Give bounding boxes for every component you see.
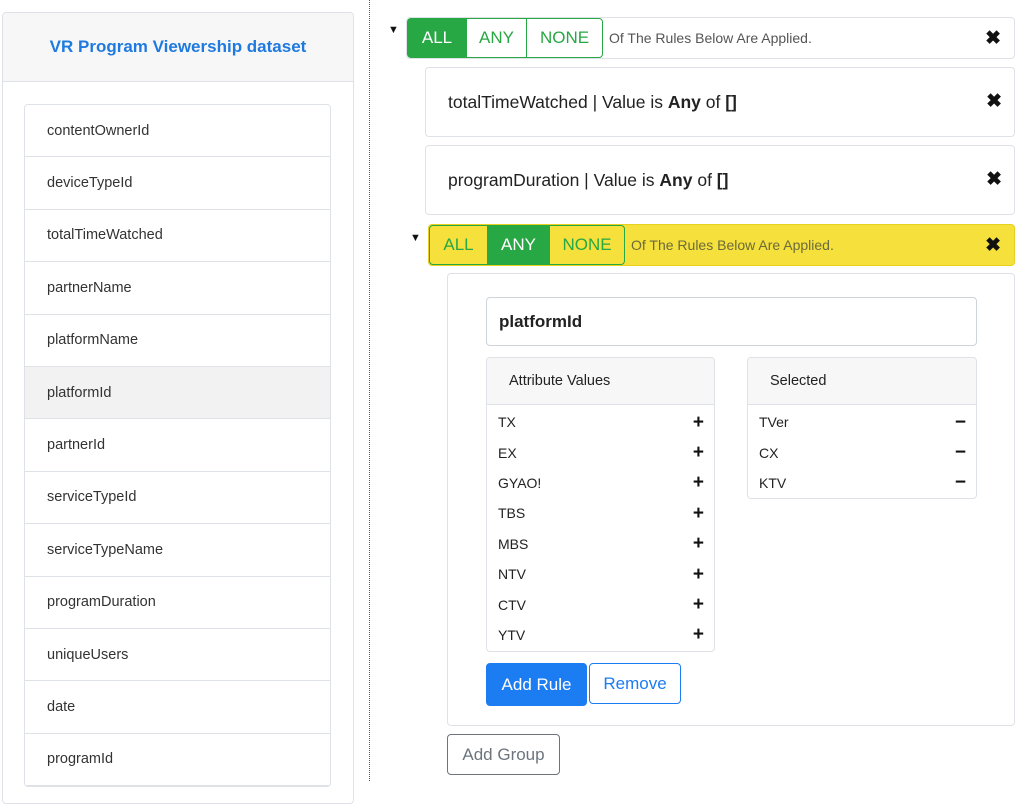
field-item[interactable]: date [25,681,330,734]
collapse-caret-icon[interactable]: ▼ [388,24,399,36]
remove-value-icon[interactable]: − [955,443,966,462]
attribute-input[interactable]: platformId [486,297,977,346]
rule-of: of [692,169,717,190]
attribute-value-row: EX + [487,437,714,467]
rule-text: programDuration | Value is Any of [] [448,170,1014,191]
attribute-value-row: TBS + [487,498,714,528]
field-item[interactable]: uniqueUsers [25,628,330,682]
selected-values-list: Selected TVer − CX − KTV − [747,357,977,499]
attribute-value-label: EX [498,444,517,461]
attribute-value-label: CTV [498,596,526,613]
attribute-value-label: TBS [498,505,526,522]
attribute-value-label: NTV [498,566,526,583]
sub-group-close-icon[interactable]: ✖ [985,234,1001,257]
add-value-icon[interactable]: + [693,443,704,462]
attribute-value-row: YTV + [487,620,714,650]
attribute-value-label: GYAO! [498,474,542,491]
root-all-button[interactable]: ALL [407,18,467,58]
field-list: contentOwnerId deviceTypeId totalTimeWatch… [24,104,331,788]
add-value-icon[interactable]: + [693,565,704,584]
selected-value-label: KTV [759,474,787,491]
sub-all-button[interactable]: ALL [429,225,488,265]
rule-card: totalTimeWatched | Value is Any of [] ✖ [425,67,1015,137]
field-item[interactable]: serviceTypeId [25,471,330,525]
selected-value-row: CX − [748,437,976,467]
rule-of: of [700,91,726,112]
attribute-value-label: YTV [498,626,526,643]
add-value-icon[interactable]: + [693,534,704,553]
panel-divider [369,0,370,781]
sub-group-bar: ALL ANY NONE Of The Rules Below Are Appl… [428,224,1015,266]
sub-group-description: Of The Rules Below Are Applied. [631,237,834,253]
selected-value-label: CX [759,444,779,461]
rule-separator: | Value is [579,169,660,190]
attribute-value-row: CTV + [487,589,714,619]
root-any-button[interactable]: ANY [466,18,527,58]
field-item[interactable]: deviceTypeId [25,157,330,210]
selected-values-body: TVer − CX − KTV − [748,405,976,498]
collapse-caret-icon[interactable]: ▼ [410,232,421,244]
field-item[interactable]: programId [25,733,330,787]
selected-values-header: Selected [748,358,976,405]
add-value-icon[interactable]: + [693,595,704,614]
field-item[interactable]: contentOwnerId [25,105,330,158]
rule-card: programDuration | Value is Any of [] ✖ [425,145,1015,215]
dataset-panel-header: VR Program Viewership dataset [3,13,353,82]
add-value-icon[interactable]: + [693,504,704,523]
attribute-values-body: TX + EX + GYAO! + TBS + MBS + NTV + CTV + YTV + [487,405,714,650]
rule-value: [] [725,91,737,112]
selected-value-label: TVer [759,414,789,431]
attribute-values-header: Attribute Values [487,358,714,405]
attribute-value-row: TX + [487,407,714,437]
dataset-panel: VR Program Viewership dataset contentOwn… [2,12,354,804]
field-item[interactable]: totalTimeWatched [25,209,330,263]
add-group-button[interactable]: Add Group [447,734,560,775]
root-group-description: Of The Rules Below Are Applied. [609,30,812,46]
field-item[interactable]: platformId [25,366,330,420]
attribute-value-row: GYAO! + [487,468,714,498]
rule-text: totalTimeWatched | Value is Any of [] [448,92,1014,113]
rule-operator: Any [659,169,693,190]
root-none-button[interactable]: NONE [526,18,603,58]
root-group-close-icon[interactable]: ✖ [985,27,1001,50]
field-item[interactable]: programDuration [25,576,330,629]
attribute-value-label: TX [498,414,516,431]
rule-close-icon[interactable]: ✖ [986,168,1002,191]
remove-value-icon[interactable]: − [955,473,966,492]
field-item[interactable]: partnerName [25,262,330,315]
rule-operator: Any [667,91,701,112]
sub-combinator-toggle: ALL ANY NONE [429,225,625,265]
remove-button[interactable]: Remove [589,663,681,704]
rule-field: totalTimeWatched [448,91,588,112]
add-rule-button[interactable]: Add Rule [486,663,587,706]
add-value-icon[interactable]: + [693,413,704,432]
attribute-value-label: MBS [498,535,529,552]
add-value-icon[interactable]: + [693,625,704,644]
sub-any-button[interactable]: ANY [487,225,550,265]
field-item[interactable]: partnerId [25,419,330,472]
rule-field: programDuration [448,169,580,190]
sub-none-button[interactable]: NONE [549,225,625,265]
rule-separator: | Value is [587,91,668,112]
attribute-value-row: NTV + [487,559,714,589]
root-combinator-toggle: ALL ANY NONE [407,18,603,58]
root-group-bar: ALL ANY NONE Of The Rules Below Are Appl… [406,17,1015,59]
rule-close-icon[interactable]: ✖ [986,90,1002,113]
selected-value-row: TVer − [748,407,976,437]
dataset-title: VR Program Viewership dataset [49,37,307,56]
attribute-value-row: MBS + [487,529,714,559]
selected-value-row: KTV − [748,468,976,498]
attribute-values-list: Attribute Values TX + EX + GYAO! + TBS + MBS + NTV… [486,357,715,652]
field-item[interactable]: serviceTypeName [25,524,330,577]
field-item[interactable]: platformName [25,314,330,367]
add-value-icon[interactable]: + [693,473,704,492]
rule-value: [] [716,169,729,190]
remove-value-icon[interactable]: − [955,413,966,432]
